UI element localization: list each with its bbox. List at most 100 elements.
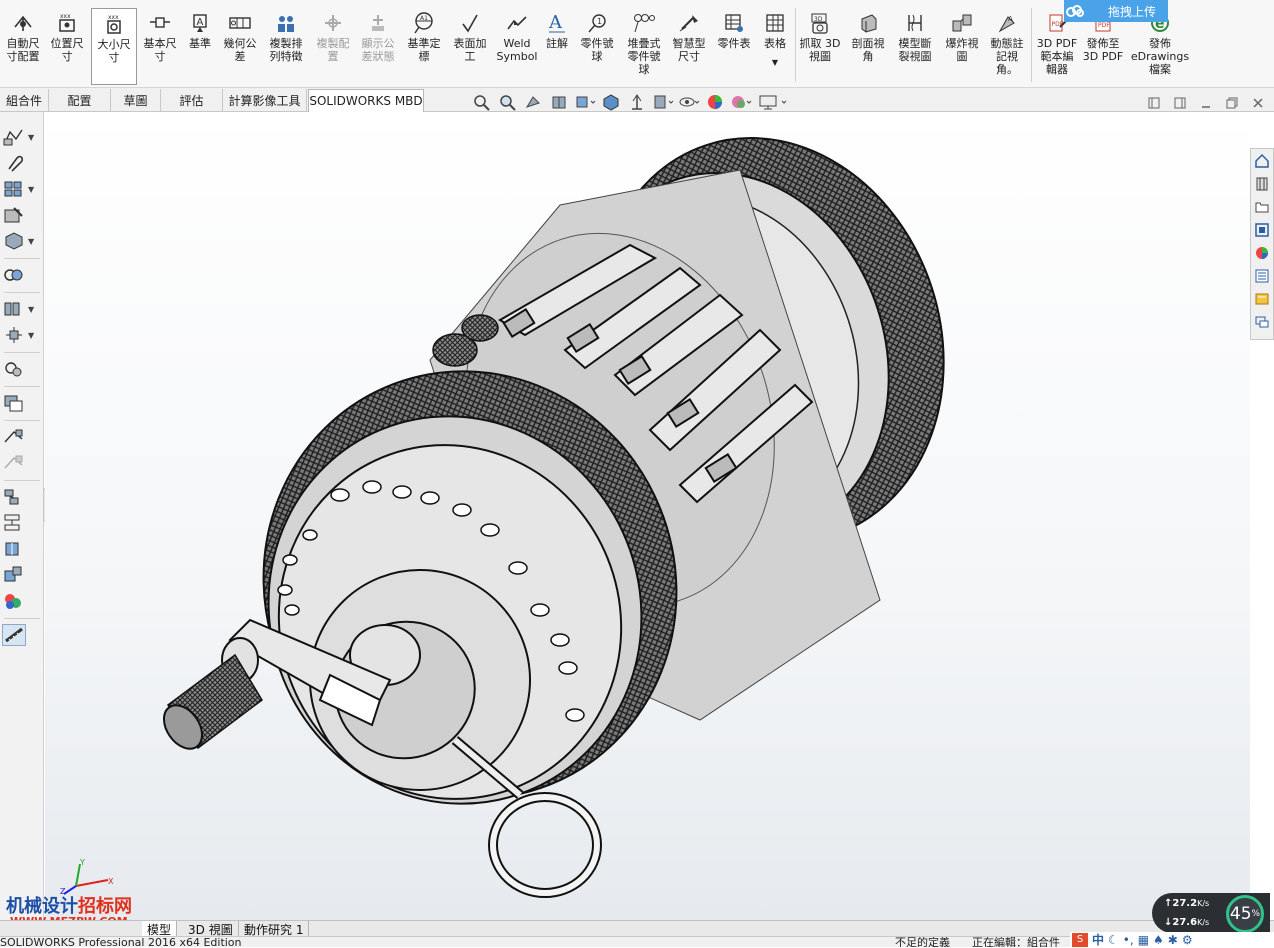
moon-icon[interactable]: ☾ — [1108, 933, 1119, 947]
chat-icon[interactable] — [1251, 310, 1273, 333]
exploded-view-tool-icon[interactable] — [2, 512, 42, 534]
location-dimension-button[interactable]: xxx 位置尺 寸 — [48, 12, 86, 63]
tools-icon[interactable]: ✱ — [1168, 933, 1178, 947]
auto-dimension-button[interactable]: 自動尺 寸配置 — [3, 12, 43, 63]
monitor-display-icon[interactable] — [756, 92, 790, 112]
broken-view-button[interactable]: 模型斷 裂視圖 — [894, 12, 936, 63]
punctuation-icon[interactable]: •, — [1123, 933, 1134, 947]
dimxpert-auto-icon[interactable]: ▼ — [2, 126, 42, 148]
measure-icon[interactable] — [2, 624, 26, 646]
view-orientation-icon[interactable] — [574, 92, 596, 112]
apply-scene-icon[interactable] — [704, 92, 726, 112]
exploded-view-button[interactable]: 爆炸視 圖 — [942, 12, 982, 63]
move-component-icon[interactable] — [2, 358, 42, 380]
restore-icon[interactable] — [1224, 96, 1240, 110]
view-settings-icon[interactable] — [730, 92, 752, 112]
tab-sketch[interactable]: 草圖 — [111, 89, 161, 111]
datum-target-icon: A1 — [413, 12, 435, 34]
paperclip-icon[interactable] — [2, 152, 42, 174]
tolerance-status-button[interactable]: 顯示公 差狀態 — [357, 12, 399, 63]
tab-evaluate[interactable]: 評估 — [161, 89, 223, 111]
tile-right-icon[interactable] — [1172, 96, 1188, 110]
update-speedpak-icon[interactable] — [2, 564, 42, 586]
watermark-title: 机械设计招标网 — [6, 896, 132, 917]
bom-icon — [723, 12, 745, 34]
smart-dimension-button[interactable]: 智慧型 尺寸 — [668, 12, 710, 63]
capture-3d-view-button[interactable]: 3D 抓取 3D 視圖 — [798, 12, 842, 63]
minimize-icon[interactable] — [1198, 96, 1214, 110]
note-button[interactable]: A 註解 — [542, 12, 572, 50]
show-hidden-components-icon[interactable] — [2, 392, 42, 414]
tab-render-tools[interactable]: 計算影像工具 — [223, 89, 307, 111]
dynamic-annotation-icon: A — [996, 12, 1018, 34]
svg-text:xxx: xxx — [60, 13, 71, 20]
tab-motion-study[interactable]: 動作研究 1 — [239, 921, 310, 937]
file-explorer-icon[interactable] — [1251, 195, 1273, 218]
surface-finish-icon — [460, 12, 480, 34]
weld-symbol-button[interactable]: Weld Symbol — [496, 12, 538, 63]
copy-pattern-button[interactable]: 複製排 列特徵 — [264, 12, 308, 63]
bill-of-materials-icon[interactable] — [2, 486, 42, 508]
edit-appearance-icon[interactable] — [652, 92, 674, 112]
pattern-tools-icon[interactable]: ▼ — [2, 178, 42, 200]
table-button[interactable]: 表格 ▼ — [760, 12, 790, 69]
solidworks-forum-icon[interactable] — [1251, 287, 1273, 310]
task-pane-tabs — [1250, 148, 1274, 340]
instant3d-icon[interactable] — [2, 538, 42, 560]
tab-configuration[interactable]: 配置 — [49, 89, 111, 111]
mate-icon[interactable] — [2, 264, 42, 286]
svg-text:X: X — [108, 877, 114, 886]
graphics-area[interactable] — [45, 112, 1250, 920]
tab-3d-views[interactable]: 3D 視圖 — [183, 921, 239, 937]
ime-language[interactable]: 中 — [1092, 931, 1104, 948]
copy-scheme-button[interactable]: 複製配 置 — [311, 12, 355, 63]
capture-3d-view-icon: 3D — [809, 12, 831, 34]
download-speed: ↓27.6K/s — [1164, 917, 1210, 928]
assembly-visualization-icon[interactable] — [2, 590, 42, 612]
bom-button[interactable]: 零件表 — [714, 12, 754, 50]
reference-geometry-icon[interactable] — [2, 452, 42, 474]
section-view-toggle-icon[interactable] — [548, 92, 570, 112]
assembly-features-icon[interactable] — [2, 426, 42, 448]
appearances-icon[interactable] — [1251, 241, 1273, 264]
custom-properties-icon[interactable] — [1251, 264, 1273, 287]
edit-component-icon[interactable] — [2, 204, 42, 226]
home-icon[interactable] — [1251, 149, 1273, 172]
hide-show-items-icon[interactable] — [626, 92, 648, 112]
previous-view-icon[interactable] — [522, 92, 544, 112]
insert-component-icon[interactable]: ▼ — [2, 230, 42, 252]
tolerance-status-icon — [368, 12, 388, 34]
view-setting-eye-icon[interactable] — [678, 92, 700, 112]
linear-pattern-icon[interactable]: ▼ — [2, 298, 42, 320]
ime-logo-icon[interactable]: S — [1072, 932, 1088, 947]
size-dimension-button[interactable]: xxx 大小尺 寸 — [91, 8, 137, 85]
stacked-balloon-button[interactable]: 堆疊式 零件號 球 — [622, 12, 666, 76]
close-icon[interactable] — [1250, 96, 1266, 110]
datum-button[interactable]: A 基準 — [184, 12, 216, 50]
definition-status: 不足的定義 — [895, 936, 950, 947]
basic-dimension-button[interactable]: 基本尺 寸 — [140, 12, 180, 63]
datum-target-button[interactable]: A1 基準定 標 — [404, 12, 444, 63]
smart-fasteners-icon[interactable]: ▼ — [2, 324, 42, 346]
keyboard-icon[interactable]: ▦ — [1138, 933, 1149, 947]
shirt-icon[interactable]: ♠ — [1153, 933, 1164, 947]
zoom-to-area-icon[interactable] — [496, 92, 518, 112]
gear-icon[interactable]: ⚙ — [1182, 933, 1193, 947]
display-style-icon[interactable] — [600, 92, 622, 112]
view-palette-icon[interactable] — [1251, 218, 1273, 241]
surface-finish-button[interactable]: 表面加 工 — [450, 12, 490, 63]
tab-model[interactable]: 模型 — [142, 921, 178, 937]
left-mbd-toolbar: ▼ ▼ ▼ ▼ ▼ — [0, 112, 44, 922]
upload-widget[interactable]: 拖拽上传 — [1064, 0, 1168, 22]
zoom-to-fit-icon[interactable] — [470, 92, 492, 112]
tab-assembly[interactable]: 組合件 — [0, 89, 49, 111]
dynamic-annotation-button[interactable]: A 動態註 記視 角。 — [986, 12, 1028, 76]
toolbar-separator — [4, 352, 40, 353]
design-library-icon[interactable] — [1251, 172, 1273, 195]
tab-solidworks-mbd[interactable]: SOLIDWORKS MBD — [308, 89, 424, 112]
table-dropdown-icon[interactable]: ▼ — [772, 56, 778, 69]
geometric-tolerance-button[interactable]: 幾何公 差 — [219, 12, 261, 63]
section-view-button[interactable]: 剖面視 角 — [848, 12, 888, 63]
tile-left-icon[interactable] — [1146, 96, 1162, 110]
balloon-button[interactable]: 1 零件號 球 — [576, 12, 618, 63]
